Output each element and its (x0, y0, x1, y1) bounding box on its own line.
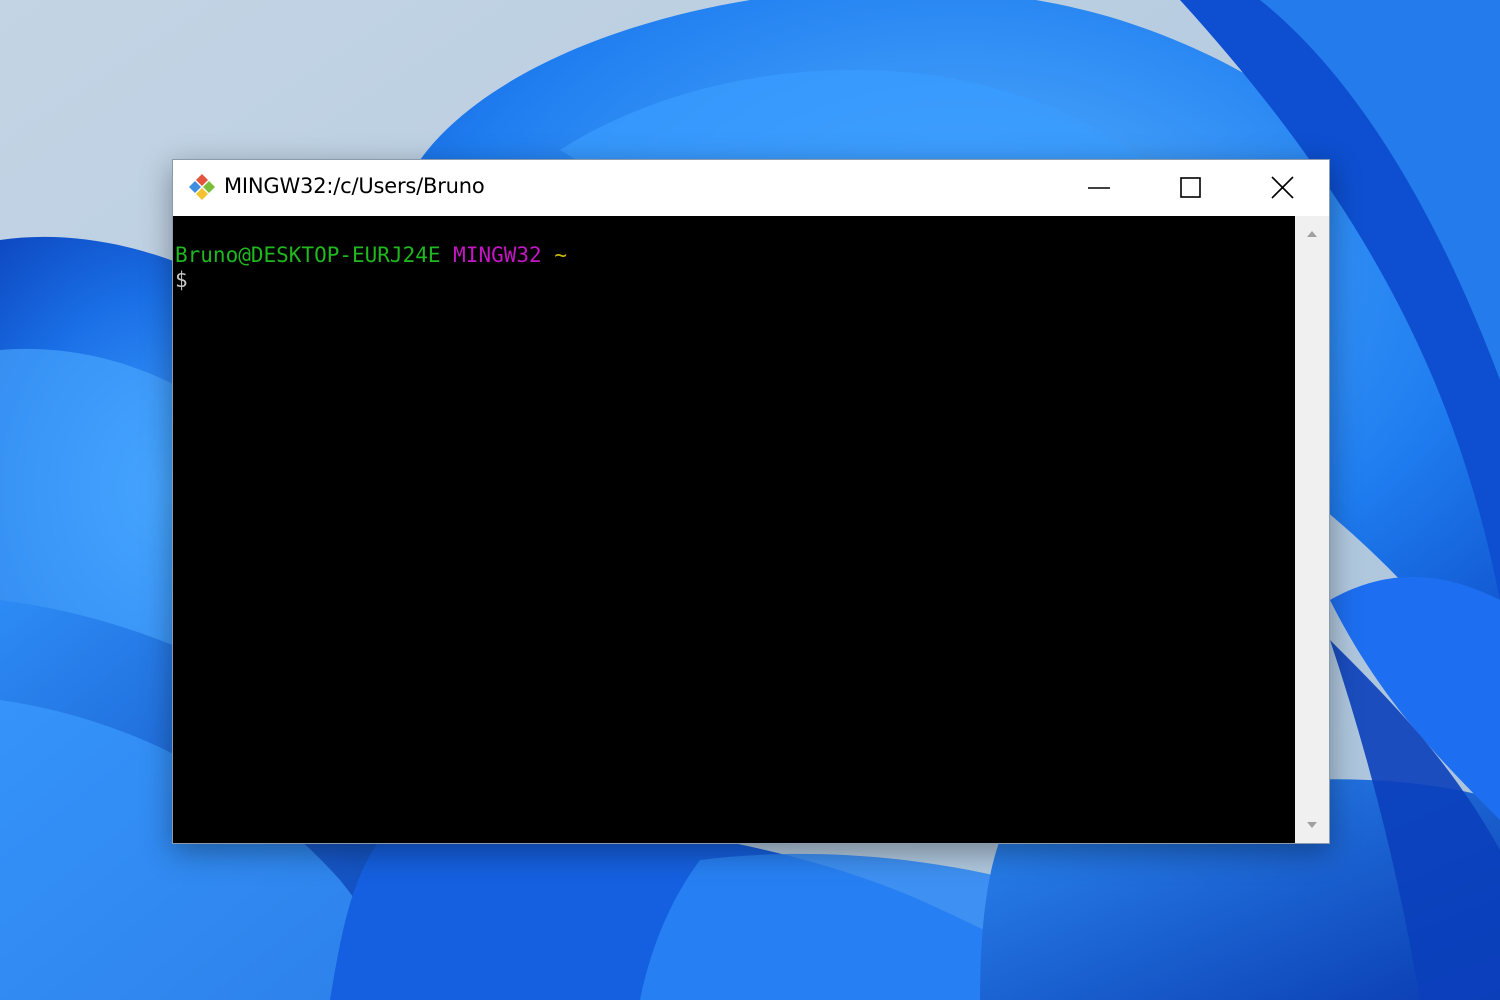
git-bash-icon[interactable] (185, 172, 219, 204)
scroll-down-button[interactable] (1295, 813, 1329, 837)
prompt-user-host: Bruno@DESKTOP-EURJ24E (175, 243, 441, 267)
maximize-button[interactable] (1145, 160, 1237, 216)
command-line[interactable]: $ (175, 267, 188, 293)
scroll-down-arrow-icon (1307, 822, 1317, 828)
minimize-icon (1088, 187, 1110, 189)
vertical-scrollbar[interactable] (1295, 216, 1329, 843)
scroll-up-button[interactable] (1295, 222, 1329, 246)
title-bar[interactable]: MINGW32:/c/Users/Bruno (173, 160, 1329, 216)
scroll-up-arrow-icon (1307, 231, 1317, 237)
prompt-line: Bruno@DESKTOP-EURJ24E MINGW32 ~ (175, 242, 567, 268)
prompt-system: MINGW32 (453, 243, 542, 267)
minimize-button[interactable] (1053, 160, 1145, 216)
close-button[interactable] (1237, 160, 1329, 216)
prompt-symbol: $ (175, 268, 188, 292)
prompt-path: ~ (554, 243, 567, 267)
git-bash-window[interactable]: MINGW32:/c/Users/Bruno Bruno@DESKTOP-EUR… (172, 159, 1330, 844)
close-icon (1271, 176, 1294, 199)
terminal-output[interactable]: Bruno@DESKTOP-EURJ24E MINGW32 ~ $ (173, 216, 1295, 843)
maximize-icon (1180, 177, 1201, 198)
window-title: MINGW32:/c/Users/Bruno (224, 174, 485, 198)
